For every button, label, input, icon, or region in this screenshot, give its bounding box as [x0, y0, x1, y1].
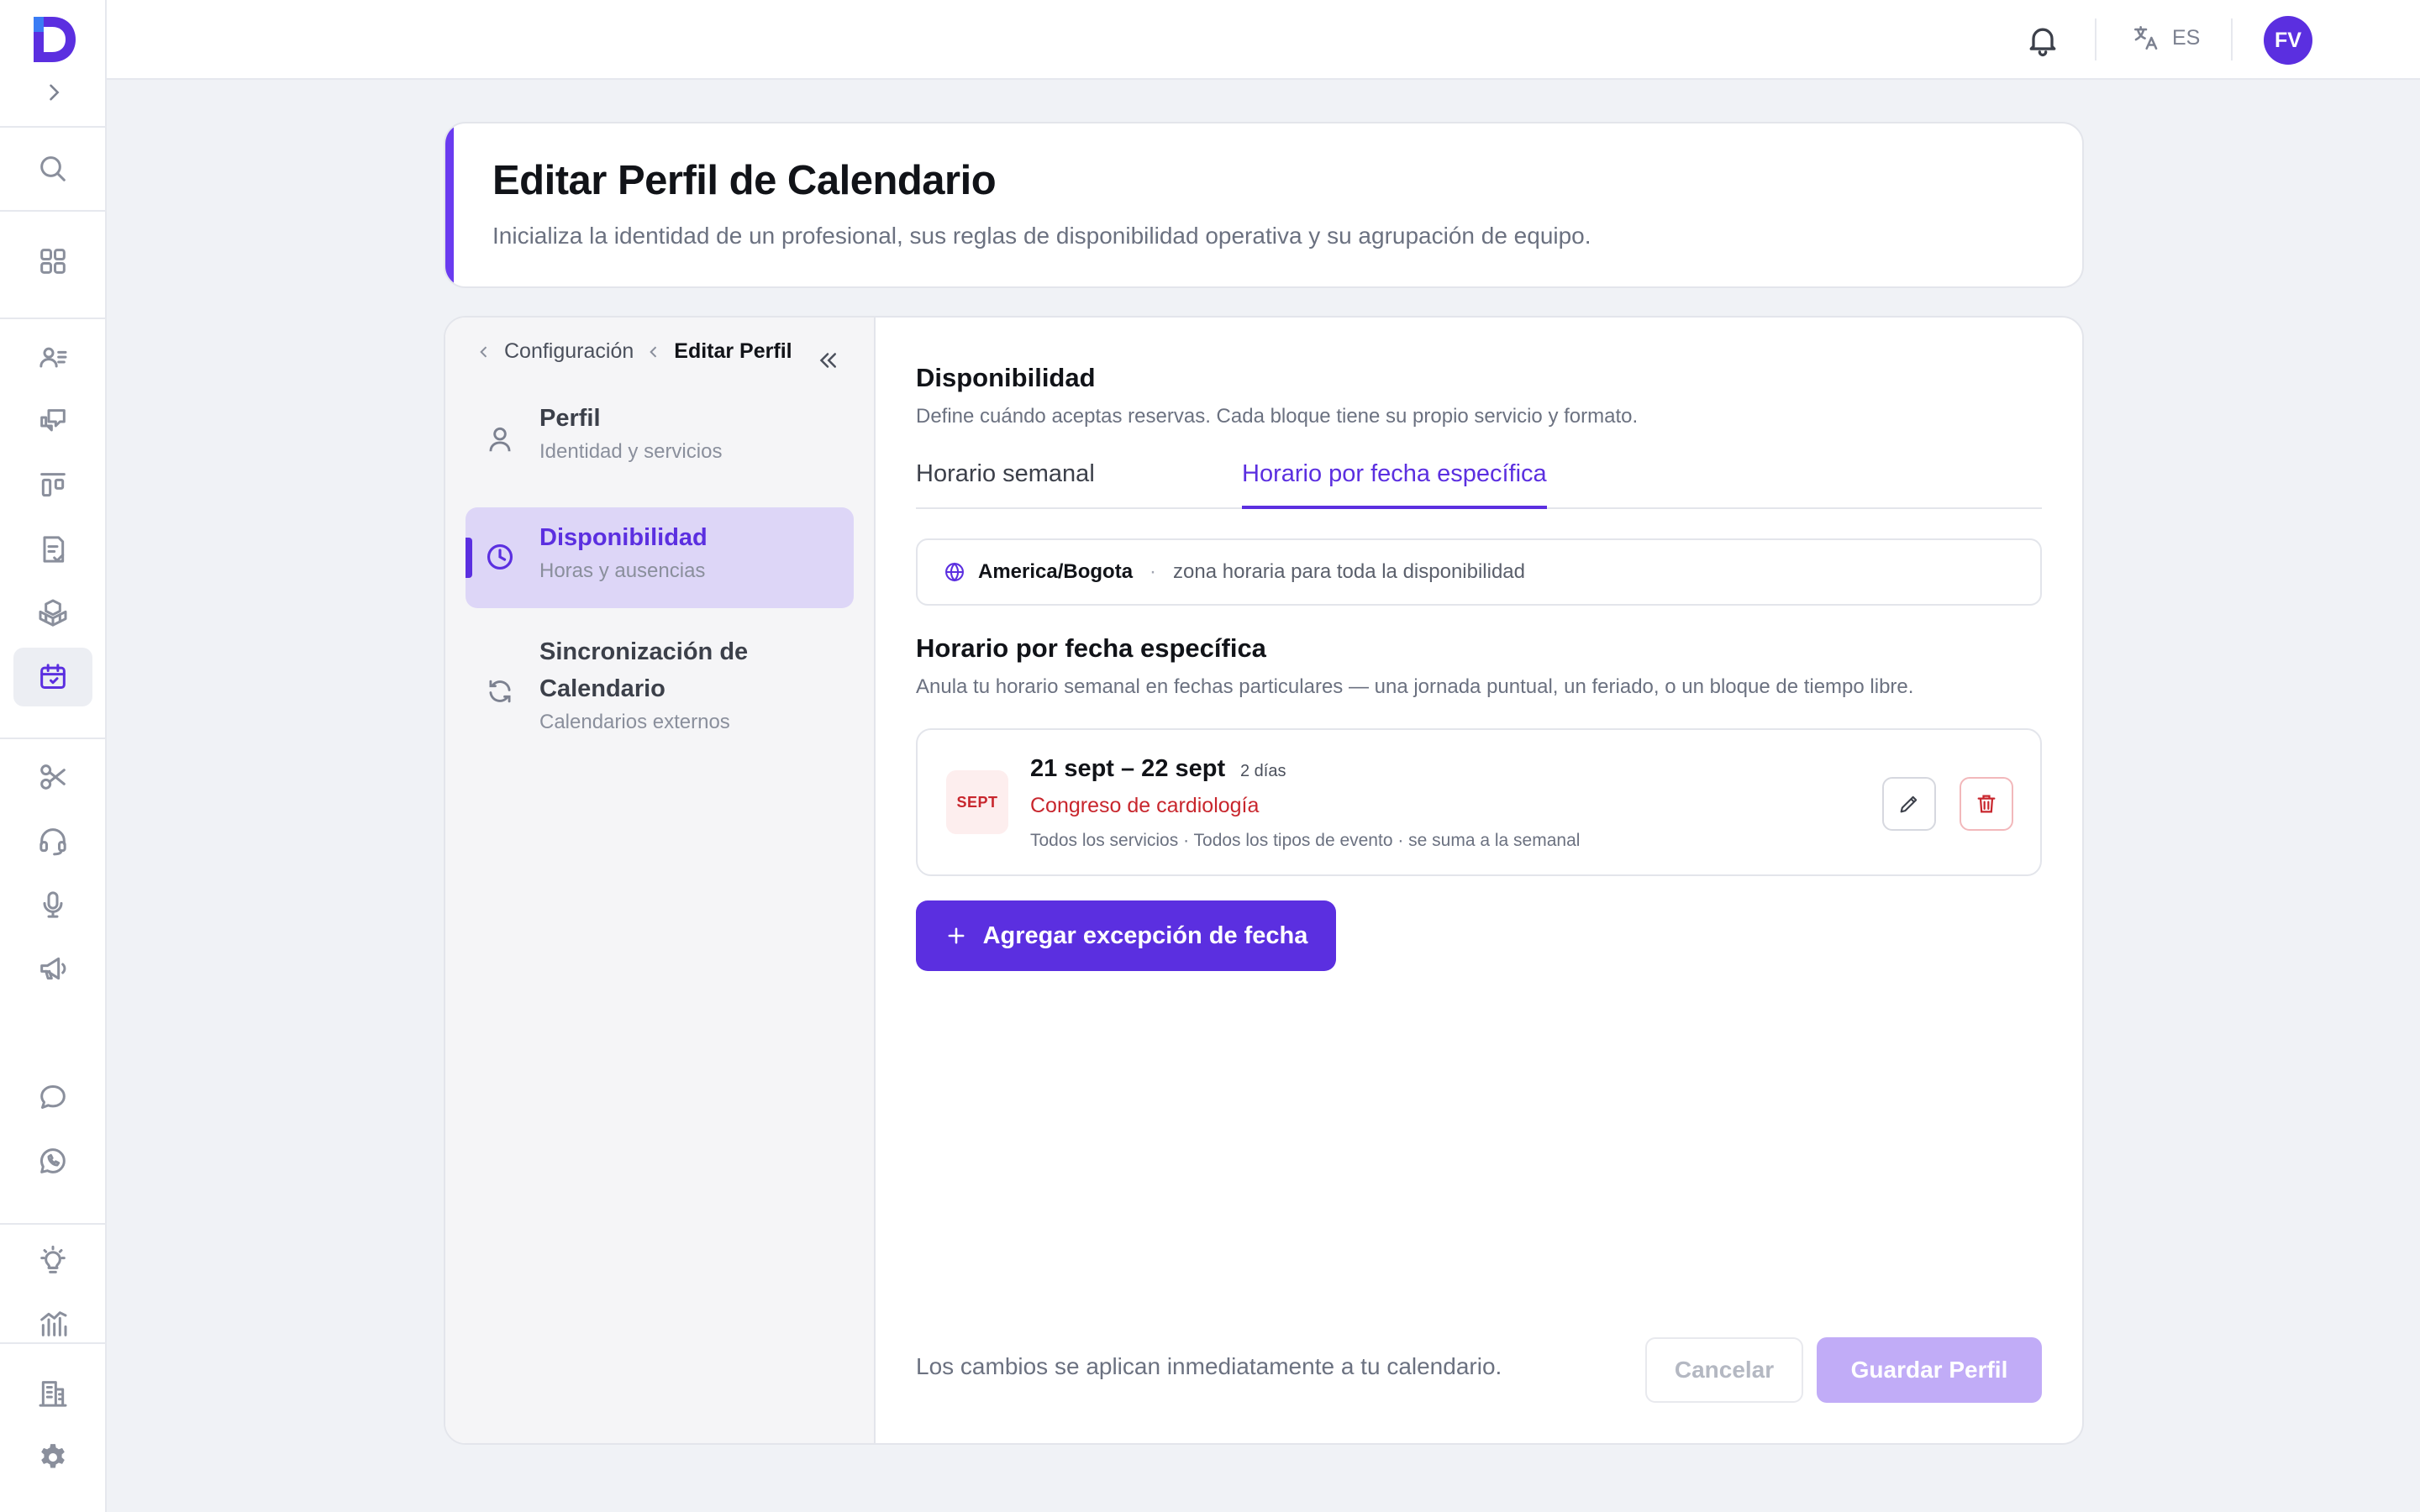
nav-item-subtitle: Horas y ausencias — [539, 559, 706, 582]
pencil-icon — [1900, 795, 1918, 813]
nav-item-sincronizacion[interactable]: Sincronización de Calendario Calendarios… — [466, 625, 854, 751]
search-icon[interactable] — [13, 139, 92, 198]
breadcrumb: Configuración Editar Perfil — [476, 339, 792, 364]
message-icon[interactable] — [13, 1068, 92, 1126]
microphone-icon[interactable] — [13, 875, 92, 934]
rail-divider — [0, 738, 105, 739]
translate-icon — [2133, 25, 2158, 50]
exception-meta: Todos los servicios · Todos los tipos de… — [1030, 831, 1581, 850]
brand-logo-icon[interactable] — [29, 13, 79, 66]
chevron-left-icon — [480, 345, 487, 358]
chevron-right-icon[interactable] — [42, 81, 66, 104]
bell-icon[interactable] — [2024, 22, 2061, 59]
rail-divider — [0, 210, 105, 212]
nav-item-subtitle: Calendarios externos — [539, 711, 730, 733]
user-icon — [489, 427, 511, 452]
clock-icon — [487, 543, 513, 570]
globe-icon — [945, 562, 964, 582]
nav-item-title-line1: Sincronización de — [539, 638, 749, 665]
topbar-divider — [2095, 18, 2096, 60]
checklist-icon[interactable] — [13, 520, 92, 579]
building-icon[interactable] — [13, 1364, 92, 1423]
collapse-sidebar-icon[interactable] — [815, 348, 840, 373]
exception-duration: 2 días — [1240, 762, 1286, 780]
editor-card: Configuración Editar Perfil Perfil Ident… — [444, 316, 2084, 1445]
timezone-banner[interactable]: America/Bogota · zona horaria para toda … — [916, 538, 2042, 606]
nav-item-perfil[interactable]: Perfil Identidad y servicios — [466, 393, 854, 486]
timezone-note: zona horaria para toda la disponibilidad — [1173, 560, 1526, 583]
page-subtitle: Inicializa la identidad de un profesiona… — [492, 223, 1591, 249]
chevron-left-icon — [650, 345, 657, 358]
kanban-icon[interactable] — [13, 456, 92, 515]
footer-note: Los cambios se aplican inmediatamente a … — [916, 1353, 1502, 1379]
sync-icon — [489, 680, 511, 703]
page-header-card: Editar Perfil de Calendario Inicializa l… — [444, 122, 2084, 288]
date-exception-card: SEPT 21 sept – 22 sept 2 días Congreso d… — [916, 728, 2042, 876]
top-bar: ES FV — [107, 0, 2420, 80]
chat-bubbles-icon[interactable] — [13, 392, 92, 451]
cancel-button[interactable]: Cancelar — [1645, 1337, 1803, 1403]
tab-horario-fecha-especifica[interactable]: Horario por fecha específica — [1242, 460, 1547, 509]
nav-item-title-line2: Calendario — [539, 675, 666, 702]
left-rail — [0, 0, 107, 1512]
tab-bar: Horario semanal Horario por fecha especí… — [916, 460, 2042, 509]
boxes-icon[interactable] — [13, 584, 92, 643]
rail-divider — [0, 1342, 105, 1344]
language-code: ES — [2172, 25, 2201, 50]
calendar-icon[interactable] — [13, 648, 92, 706]
whatsapp-icon[interactable] — [13, 1131, 92, 1190]
add-button-label: Agregar excepción de fecha — [982, 921, 1308, 949]
timezone-value: America/Bogota — [978, 560, 1134, 583]
scissors-icon[interactable] — [13, 748, 92, 806]
delete-exception-button[interactable] — [1960, 777, 2013, 831]
nav-item-title: Perfil — [539, 405, 601, 432]
page-title: Editar Perfil de Calendario — [492, 158, 997, 203]
rail-divider — [0, 318, 105, 319]
month-badge: SEPT — [946, 770, 1008, 834]
gear-icon[interactable] — [13, 1428, 92, 1487]
settings-sidebar: Configuración Editar Perfil Perfil Ident… — [445, 318, 876, 1443]
breadcrumb-current: Editar Perfil — [674, 339, 792, 363]
language-switcher[interactable]: ES — [2132, 24, 2200, 52]
nav-item-disponibilidad[interactable]: Disponibilidad Horas y ausencias — [466, 507, 854, 608]
nav-item-subtitle: Identidad y servicios — [539, 440, 723, 463]
active-indicator — [466, 538, 472, 578]
subsection-description: Anula tu horario semanal en fechas parti… — [916, 675, 1914, 698]
add-date-exception-button[interactable]: Agregar excepción de fecha — [916, 900, 1336, 971]
rail-divider — [0, 126, 105, 128]
section-title: Disponibilidad — [916, 363, 1096, 392]
lightbulb-icon[interactable] — [13, 1231, 92, 1290]
megaphone-icon[interactable] — [13, 939, 92, 998]
save-profile-button[interactable]: Guardar Perfil — [1817, 1337, 2042, 1403]
trash-icon — [1977, 795, 1996, 813]
avatar[interactable]: FV — [2264, 16, 2312, 65]
separator-dot: · — [1150, 560, 1157, 583]
section-description: Define cuándo aceptas reservas. Cada blo… — [916, 405, 1639, 428]
nav-item-title: Disponibilidad — [539, 524, 708, 551]
exception-date-range: 21 sept – 22 sept — [1030, 755, 1226, 782]
contacts-icon[interactable] — [13, 328, 92, 387]
subsection-title: Horario por fecha específica — [916, 633, 1266, 663]
exception-name: Congreso de cardiología — [1030, 794, 1260, 817]
headset-icon[interactable] — [13, 811, 92, 870]
header-accent-bar — [445, 123, 454, 286]
topbar-divider — [2231, 18, 2233, 60]
grid-icon[interactable] — [13, 232, 92, 291]
edit-exception-button[interactable] — [1882, 777, 1936, 831]
breadcrumb-parent[interactable]: Configuración — [504, 339, 634, 364]
rail-divider — [0, 1223, 105, 1225]
availability-panel: Disponibilidad Define cuándo aceptas res… — [916, 318, 2045, 1443]
tab-horario-semanal[interactable]: Horario semanal — [916, 460, 1095, 509]
plus-icon — [948, 927, 965, 944]
bar-chart-icon[interactable] — [13, 1294, 92, 1353]
